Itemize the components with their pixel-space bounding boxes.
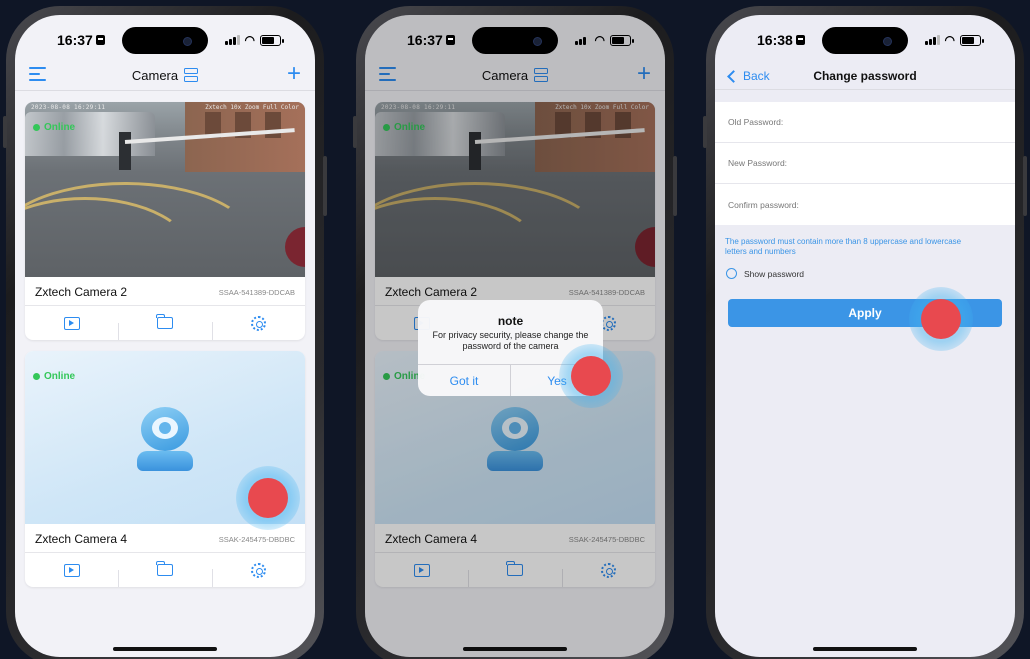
dialog-title: note — [497, 314, 524, 328]
lock-icon — [795, 35, 805, 45]
new-password-field[interactable]: New Password: — [715, 143, 1015, 184]
show-password-toggle[interactable]: Show password — [726, 268, 804, 279]
confirm-password-field[interactable]: Confirm password: — [715, 184, 1015, 225]
status-time: 16:37 — [407, 32, 443, 48]
folder-icon — [156, 314, 173, 329]
online-dot-icon — [33, 124, 40, 131]
playback-button[interactable] — [25, 563, 118, 577]
layout-toggle-icon[interactable] — [184, 68, 199, 82]
status-time: 16:37 — [57, 32, 93, 48]
playback-icon — [63, 563, 80, 577]
status-badge: Online — [33, 122, 75, 133]
battery-icon — [260, 34, 284, 46]
status-badge: Online — [33, 371, 75, 382]
dynamic-island — [472, 27, 558, 54]
dynamic-island — [822, 27, 908, 54]
battery-icon — [610, 34, 634, 46]
screen: 16:37 ◠ Camera + 2023-08-08 16:29:11 Zxt… — [15, 15, 315, 657]
back-button[interactable]: Back — [725, 65, 770, 87]
wifi-icon: ◠ — [594, 33, 605, 47]
camera-card[interactable]: 2023-08-08 16:29:11 Zxtech 10x Zoom Full… — [25, 102, 305, 340]
playback-button[interactable] — [25, 316, 118, 330]
page-title: Camera — [131, 67, 179, 83]
phone-change-password: 16:38 ◠ Back Change password Old Passwor… — [703, 6, 1027, 659]
screen: 16:38 ◠ Back Change password Old Passwor… — [715, 15, 1015, 657]
online-dot-icon — [33, 373, 40, 380]
signal-icon — [574, 35, 590, 45]
got-it-button[interactable]: Got it — [418, 365, 510, 396]
signal-icon — [224, 35, 240, 45]
camera-placeholder-icon — [135, 407, 195, 471]
radio-icon[interactable] — [726, 268, 737, 279]
settings-button[interactable] — [211, 562, 305, 587]
lock-icon — [445, 35, 455, 45]
old-password-field[interactable]: Old Password: — [715, 102, 1015, 143]
show-password-label: Show password — [744, 268, 805, 279]
nav-bar: Camera + — [15, 61, 315, 89]
lock-icon — [95, 35, 105, 45]
tap-indicator — [236, 466, 300, 530]
battery-icon — [960, 34, 984, 46]
folder-icon — [156, 561, 173, 576]
camera-name: Zxtech Camera 2 — [35, 285, 128, 299]
home-indicator — [113, 647, 217, 651]
chevron-left-icon — [727, 69, 740, 83]
wifi-icon: ◠ — [944, 33, 955, 47]
files-button[interactable] — [118, 314, 211, 340]
settings-button[interactable] — [211, 315, 305, 340]
nav-bar: Back Change password — [715, 65, 1015, 87]
divider — [715, 89, 1015, 90]
camera-serial: SSAK-245475-DBDBC — [218, 534, 295, 544]
phone-privacy-note: 16:37 ◠ Camera + 2023-08-08 16:29:11 Zxt… — [353, 6, 677, 659]
signal-icon — [924, 35, 940, 45]
camera-watermark: Zxtech 10x Zoom Full Color — [205, 104, 299, 111]
password-hint: The password must contain more than 8 up… — [725, 237, 962, 256]
playback-icon — [63, 316, 80, 330]
divider — [15, 90, 315, 91]
camera-name: Zxtech Camera 4 — [35, 532, 128, 546]
wifi-icon: ◠ — [244, 33, 255, 47]
dynamic-island — [122, 27, 208, 54]
tap-indicator — [559, 344, 623, 408]
card-actions — [25, 553, 305, 587]
camera-serial: SSAA-541389-DDCAB — [218, 287, 295, 297]
phone-camera-list: 16:37 ◠ Camera + 2023-08-08 16:29:11 Zxt… — [3, 6, 327, 659]
screen: 16:37 ◠ Camera + 2023-08-08 16:29:11 Zxt… — [365, 15, 665, 657]
menu-button[interactable] — [29, 67, 46, 81]
home-indicator — [813, 647, 917, 651]
status-time: 16:38 — [757, 32, 793, 48]
hamburger-icon — [29, 67, 46, 81]
files-button[interactable] — [118, 561, 211, 587]
gear-icon — [250, 562, 266, 578]
password-form: Old Password: New Password: Confirm pass… — [715, 102, 1015, 225]
tap-indicator — [909, 287, 973, 351]
camera-timestamp: 2023-08-08 16:29:11 — [31, 104, 106, 111]
page-title: Change password — [813, 69, 917, 83]
camera-preview[interactable]: 2023-08-08 16:29:11 Zxtech 10x Zoom Full… — [25, 102, 305, 277]
card-actions — [25, 306, 305, 340]
gear-icon — [250, 315, 266, 331]
